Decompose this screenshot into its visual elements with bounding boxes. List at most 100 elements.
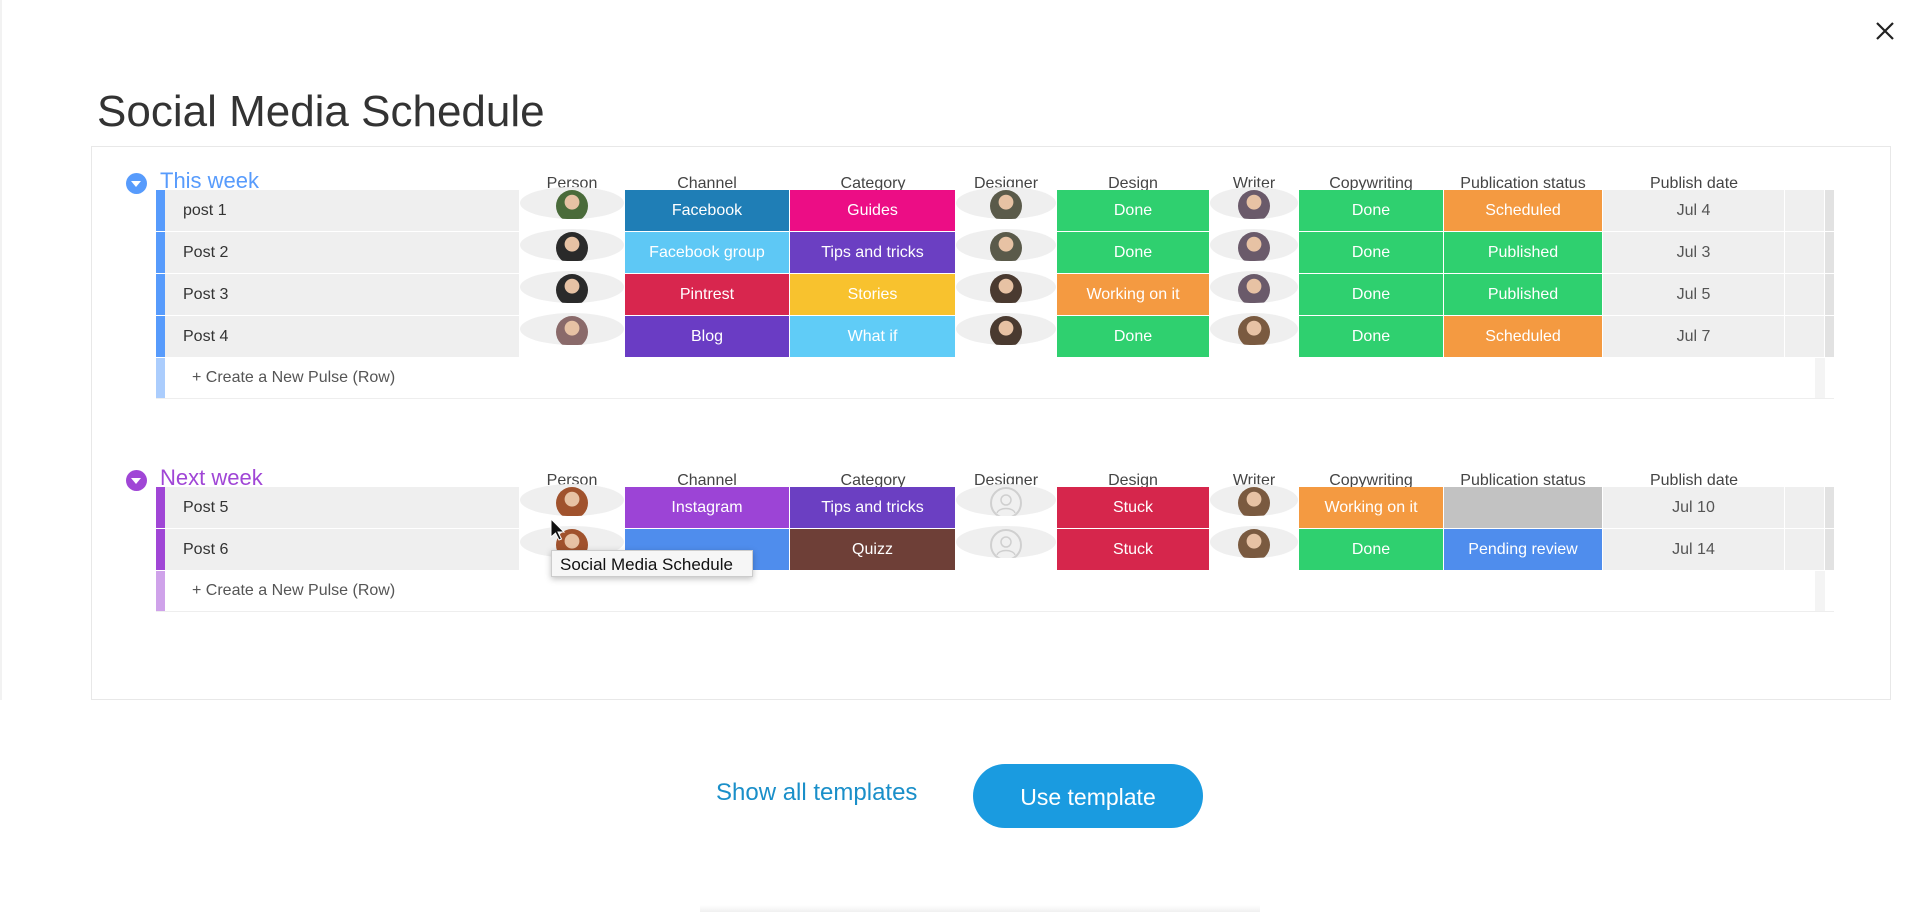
close-icon[interactable] bbox=[1870, 16, 1900, 46]
copywriting-cell[interactable]: Working on it bbox=[1299, 487, 1444, 528]
publicationstatus-cell[interactable]: Pending review bbox=[1444, 529, 1603, 570]
channel-cell[interactable]: Instagram bbox=[625, 487, 790, 528]
avatar-man-sunglasses-icon[interactable] bbox=[1238, 274, 1270, 303]
channel-cell[interactable]: Blog bbox=[625, 316, 790, 357]
design-cell[interactable]: Stuck bbox=[1057, 487, 1210, 528]
avatar-woman-glasses-icon[interactable] bbox=[990, 232, 1022, 261]
collapse-group-icon[interactable] bbox=[126, 173, 147, 194]
publishdate-cell[interactable]: Jul 7 bbox=[1603, 316, 1785, 357]
copywriting-cell[interactable]: Done bbox=[1299, 316, 1444, 357]
avatar-man-smiling-icon[interactable] bbox=[1238, 487, 1270, 516]
category-cell[interactable]: Stories bbox=[790, 274, 956, 315]
avatar-man-curly-icon[interactable] bbox=[990, 316, 1022, 345]
avatar-empty-icon[interactable] bbox=[990, 487, 1022, 516]
publicationstatus-cell[interactable]: Scheduled bbox=[1444, 316, 1603, 357]
publicationstatus-cell[interactable]: Scheduled bbox=[1444, 190, 1603, 231]
create-new-pulse-button[interactable]: + Create a New Pulse (Row) bbox=[192, 358, 395, 398]
extra-cell[interactable] bbox=[1785, 487, 1825, 528]
modal-edge bbox=[0, 0, 2, 700]
name-cell[interactable]: Post 4 bbox=[165, 316, 520, 357]
table-row[interactable]: Post 5 Instagram Tips and tricks Stuck Worki… bbox=[156, 484, 1834, 528]
create-row[interactable]: + Create a New Pulse (Row) bbox=[156, 571, 1834, 612]
writer-cell[interactable] bbox=[1210, 526, 1299, 558]
avatar-woman-dark-icon[interactable] bbox=[556, 274, 588, 303]
publishdate-cell[interactable]: Jul 4 bbox=[1603, 190, 1785, 231]
category-cell[interactable]: Guides bbox=[790, 190, 956, 231]
design-cell[interactable]: Working on it bbox=[1057, 274, 1210, 315]
extra-cell[interactable] bbox=[1785, 274, 1825, 315]
avatar-man-sunglasses-icon[interactable] bbox=[1238, 190, 1270, 219]
writer-cell[interactable] bbox=[1210, 187, 1299, 219]
category-cell[interactable]: Tips and tricks bbox=[790, 487, 956, 528]
copywriting-cell[interactable]: Done bbox=[1299, 529, 1444, 570]
avatar-woman-red-icon[interactable] bbox=[556, 487, 588, 516]
collapse-group-icon[interactable] bbox=[126, 470, 147, 491]
avatar-empty-icon[interactable] bbox=[990, 529, 1022, 558]
person-cell[interactable] bbox=[520, 484, 625, 516]
design-cell[interactable]: Done bbox=[1057, 316, 1210, 357]
person-cell[interactable] bbox=[520, 313, 625, 345]
use-template-button[interactable]: Use template bbox=[973, 764, 1203, 828]
avatar-woman-dark-icon[interactable] bbox=[556, 232, 588, 261]
publishdate-cell[interactable]: Jul 3 bbox=[1603, 232, 1785, 273]
designer-cell[interactable] bbox=[956, 526, 1057, 558]
table-row[interactable]: Post 6 Quizz Stuck Done Pending review Jul 14 bbox=[156, 526, 1834, 570]
table-row[interactable]: Post 3 Pintrest Stories Working on it Done Pu… bbox=[156, 271, 1834, 315]
copywriting-cell[interactable]: Done bbox=[1299, 190, 1444, 231]
publishdate-cell[interactable]: Jul 5 bbox=[1603, 274, 1785, 315]
name-cell[interactable]: post 1 bbox=[165, 190, 520, 231]
designer-cell[interactable] bbox=[956, 271, 1057, 303]
avatar-man-green-icon[interactable] bbox=[556, 190, 588, 219]
avatar-woman-longhair-icon[interactable] bbox=[556, 316, 588, 345]
publicationstatus-cell[interactable]: Published bbox=[1444, 274, 1603, 315]
group-color-bar bbox=[156, 316, 165, 357]
copywriting-cell[interactable]: Done bbox=[1299, 232, 1444, 273]
design-cell[interactable]: Stuck bbox=[1057, 529, 1210, 570]
name-cell[interactable]: Post 5 bbox=[165, 487, 520, 528]
writer-cell[interactable] bbox=[1210, 484, 1299, 516]
avatar-woman-glasses-icon[interactable] bbox=[990, 190, 1022, 219]
designer-cell[interactable] bbox=[956, 313, 1057, 345]
name-cell[interactable]: Post 2 bbox=[165, 232, 520, 273]
designer-cell[interactable] bbox=[956, 187, 1057, 219]
publishdate-cell[interactable]: Jul 10 bbox=[1603, 487, 1785, 528]
channel-cell[interactable]: Pintrest bbox=[625, 274, 790, 315]
writer-cell[interactable] bbox=[1210, 229, 1299, 261]
design-cell[interactable]: Done bbox=[1057, 190, 1210, 231]
page-title: Social Media Schedule bbox=[97, 87, 545, 137]
category-cell[interactable]: Tips and tricks bbox=[790, 232, 956, 273]
name-cell[interactable]: Post 3 bbox=[165, 274, 520, 315]
avatar-man-smiling-icon[interactable] bbox=[1238, 529, 1270, 558]
writer-cell[interactable] bbox=[1210, 271, 1299, 303]
table-row[interactable]: post 1 Facebook Guides Done Done Scheduled Jul… bbox=[156, 187, 1834, 231]
extra-cell[interactable] bbox=[1785, 529, 1825, 570]
channel-cell[interactable]: Facebook group bbox=[625, 232, 790, 273]
publicationstatus-cell[interactable] bbox=[1444, 487, 1603, 528]
create-new-pulse-button[interactable]: + Create a New Pulse (Row) bbox=[192, 571, 395, 611]
designer-cell[interactable] bbox=[956, 484, 1057, 516]
category-cell[interactable]: What if bbox=[790, 316, 956, 357]
person-cell[interactable] bbox=[520, 187, 625, 219]
person-cell[interactable] bbox=[520, 229, 625, 261]
extra-cell[interactable] bbox=[1785, 232, 1825, 273]
create-row[interactable]: + Create a New Pulse (Row) bbox=[156, 358, 1834, 399]
copywriting-cell[interactable]: Done bbox=[1299, 274, 1444, 315]
writer-cell[interactable] bbox=[1210, 313, 1299, 345]
designer-cell[interactable] bbox=[956, 229, 1057, 261]
avatar-man-sunglasses-icon[interactable] bbox=[1238, 232, 1270, 261]
avatar-man-curly-icon[interactable] bbox=[990, 274, 1022, 303]
strip-cell bbox=[1825, 529, 1834, 570]
table-row[interactable]: Post 2 Facebook group Tips and tricks Done D… bbox=[156, 229, 1834, 273]
avatar-man-smiling-icon[interactable] bbox=[1238, 316, 1270, 345]
channel-cell[interactable]: Facebook bbox=[625, 190, 790, 231]
table-row[interactable]: Post 4 Blog What if Done Done Scheduled Jul 7 bbox=[156, 313, 1834, 357]
extra-cell[interactable] bbox=[1785, 190, 1825, 231]
publishdate-cell[interactable]: Jul 14 bbox=[1603, 529, 1785, 570]
publicationstatus-cell[interactable]: Published bbox=[1444, 232, 1603, 273]
extra-cell[interactable] bbox=[1785, 316, 1825, 357]
category-cell[interactable]: Quizz bbox=[790, 529, 956, 570]
design-cell[interactable]: Done bbox=[1057, 232, 1210, 273]
person-cell[interactable] bbox=[520, 271, 625, 303]
show-all-templates-link[interactable]: Show all templates bbox=[716, 779, 917, 807]
name-cell[interactable]: Post 6 bbox=[165, 529, 520, 570]
